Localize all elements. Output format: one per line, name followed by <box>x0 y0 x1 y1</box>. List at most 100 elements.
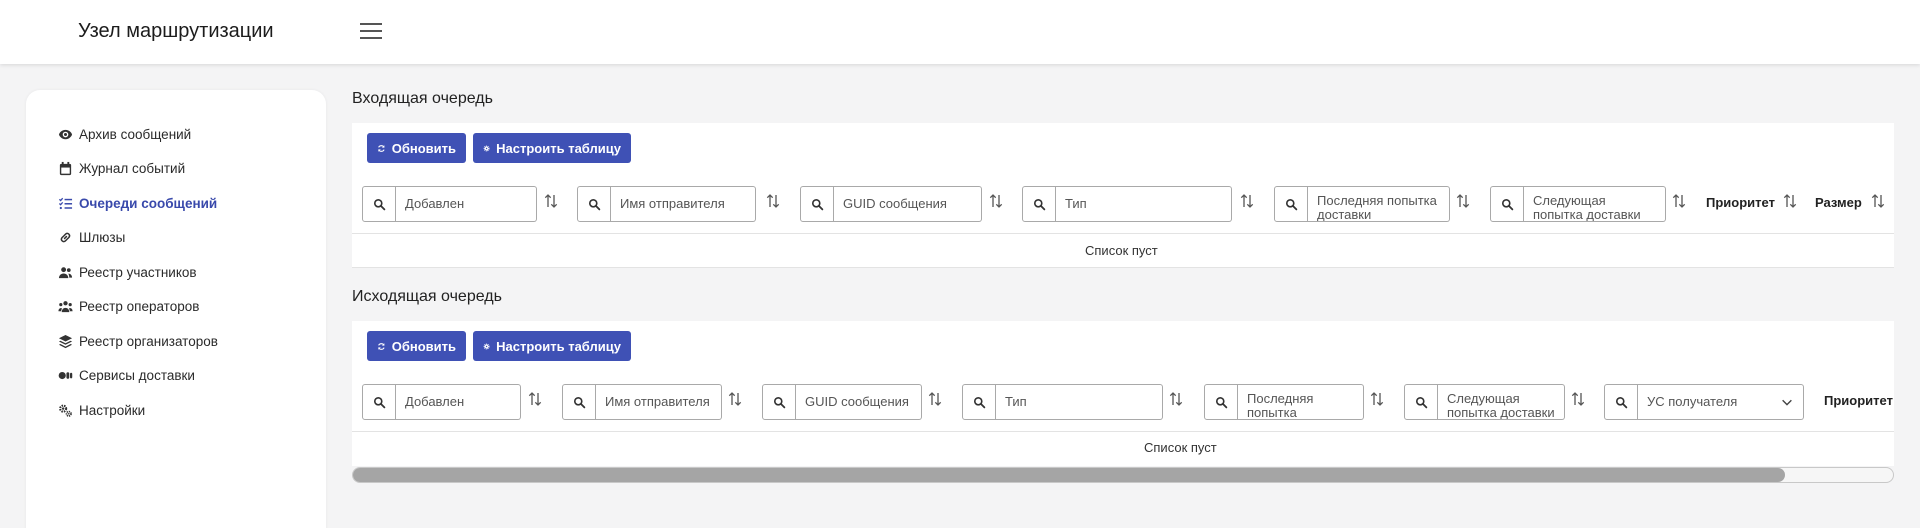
sort-icon[interactable] <box>543 193 559 209</box>
search-icon[interactable] <box>562 384 596 420</box>
top-app-bar: Узел маршрутизации <box>0 0 1920 64</box>
column-header-priority[interactable]: Приоритет <box>1824 393 1893 408</box>
search-icon[interactable] <box>762 384 796 420</box>
sidebar-item-label: Журнал событий <box>79 160 186 176</box>
added-filter-input[interactable]: Добавлен <box>396 186 537 222</box>
column-header-priority[interactable]: Приоритет <box>1706 195 1775 210</box>
incoming-configure-table-button[interactable]: Настроить таблицу <box>473 133 631 163</box>
type-filter-input[interactable]: Тип <box>1056 186 1232 222</box>
outgoing-filter-guid: GUID сообщения <box>762 384 922 420</box>
outgoing-configure-table-button[interactable]: Настроить таблицу <box>473 331 631 361</box>
search-icon[interactable] <box>800 186 834 222</box>
search-icon[interactable] <box>1022 186 1056 222</box>
hamburger-menu-icon[interactable] <box>360 22 382 40</box>
sort-icon[interactable] <box>1782 193 1798 209</box>
sort-icon[interactable] <box>527 391 543 407</box>
incoming-filter-added: Добавлен <box>362 186 537 222</box>
eye-icon <box>58 129 73 139</box>
incoming-filter-next-attempt: Следующая попытка доставки <box>1490 186 1666 222</box>
next-attempt-filter-input[interactable]: Следующая попытка доставки <box>1524 186 1666 222</box>
gear-icon <box>483 343 490 349</box>
incoming-queue-title: Входящая очередь <box>352 90 493 107</box>
outgoing-refresh-label: Обновить <box>391 338 456 354</box>
incoming-refresh-label: Обновить <box>391 140 456 156</box>
sidebar-item-delivery-services[interactable]: Сервисы доставки <box>58 365 195 385</box>
sidebar-item-settings[interactable]: Настройки <box>58 400 145 420</box>
refresh-icon <box>378 144 385 152</box>
sort-icon[interactable] <box>988 193 1004 209</box>
sidebar-item-label: Архив сообщений <box>79 126 192 142</box>
scrollbar-thumb[interactable] <box>353 468 1786 482</box>
incoming-filter-type: Тип <box>1022 186 1232 222</box>
last-attempt-filter-input[interactable]: Последняя попытка доставки <box>1308 186 1450 222</box>
guid-filter-input[interactable]: GUID сообщения <box>834 186 982 222</box>
horizontal-scrollbar[interactable] <box>352 467 1894 483</box>
sort-icon[interactable] <box>727 391 743 407</box>
outgoing-configure-label: Настроить таблицу <box>496 338 621 354</box>
link-icon <box>60 232 71 242</box>
incoming-configure-label: Настроить таблицу <box>496 140 621 156</box>
app-title: Узел маршрутизации <box>78 20 274 42</box>
sort-icon[interactable] <box>765 193 781 209</box>
sort-icon[interactable] <box>1239 193 1255 209</box>
type-filter-input[interactable]: Тип <box>996 384 1163 420</box>
search-icon[interactable] <box>362 384 396 420</box>
shapes-icon <box>58 371 73 379</box>
outgoing-filter-added: Добавлен <box>362 384 521 420</box>
sidebar-item-operators-registry[interactable]: Реестр операторов <box>58 296 199 316</box>
column-header-size[interactable]: Размер <box>1815 195 1862 210</box>
table-divider <box>352 233 1894 234</box>
search-icon[interactable] <box>577 186 611 222</box>
sort-icon[interactable] <box>1671 193 1687 209</box>
incoming-filter-sender-name: Имя отправителя <box>577 186 756 222</box>
refresh-icon <box>378 342 385 350</box>
outgoing-filter-next-attempt: Следующая попытка доставки <box>1404 384 1565 420</box>
search-icon[interactable] <box>1274 186 1308 222</box>
sidebar-item-gateways[interactable]: Шлюзы <box>58 227 125 247</box>
sidebar-item-label: Сервисы доставки <box>79 367 195 383</box>
next-attempt-filter-input[interactable]: Следующая попытка доставки <box>1438 384 1565 420</box>
incoming-refresh-button[interactable]: Обновить <box>367 133 466 163</box>
sort-icon[interactable] <box>1369 391 1385 407</box>
outgoing-queue-panel: Обновить Настроить таблицу Добавлен Имя … <box>352 321 1894 466</box>
search-icon[interactable] <box>362 186 396 222</box>
sort-icon[interactable] <box>927 391 943 407</box>
outgoing-empty-message: Список пуст <box>1144 440 1217 455</box>
outgoing-filter-sender-name: Имя отправителя <box>562 384 722 420</box>
outgoing-filter-recipient: УС получателя <box>1604 384 1804 420</box>
outgoing-refresh-button[interactable]: Обновить <box>367 331 466 361</box>
search-icon[interactable] <box>1204 384 1238 420</box>
sidebar-item-organizers-registry[interactable]: Реестр организаторов <box>58 331 218 351</box>
list-check-icon <box>58 197 73 209</box>
sender-name-filter-input[interactable]: Имя отправителя <box>611 186 756 222</box>
search-icon[interactable] <box>1404 384 1438 420</box>
sender-name-filter-input[interactable]: Имя отправителя <box>596 384 722 420</box>
sort-icon[interactable] <box>1455 193 1471 209</box>
sidebar-item-label: Шлюзы <box>79 229 126 245</box>
recipient-select[interactable]: УС получателя <box>1638 384 1804 420</box>
recipient-select-placeholder: УС получателя <box>1647 394 1738 409</box>
sort-icon[interactable] <box>1570 391 1586 407</box>
table-divider <box>352 431 1894 432</box>
added-filter-input[interactable]: Добавлен <box>396 384 521 420</box>
sidebar-item-event-log[interactable]: Журнал событий <box>58 158 185 178</box>
sort-icon[interactable] <box>1168 391 1184 407</box>
layers-icon <box>58 334 73 348</box>
guid-filter-input[interactable]: GUID сообщения <box>796 384 922 420</box>
search-icon[interactable] <box>962 384 996 420</box>
sidebar: Архив сообщений Журнал событий Очереди с… <box>26 90 326 528</box>
sidebar-item-message-queues[interactable]: Очереди сообщений <box>58 193 217 213</box>
sidebar-item-participants-registry[interactable]: Реестр участников <box>58 262 197 282</box>
sidebar-item-message-archive[interactable]: Архив сообщений <box>58 124 191 144</box>
gears-icon <box>59 404 72 417</box>
incoming-filter-guid: GUID сообщения <box>800 186 982 222</box>
outgoing-filter-type: Тип <box>962 384 1163 420</box>
sidebar-item-label: Реестр участников <box>79 264 197 280</box>
last-attempt-filter-input[interactable]: Последняя попытка доставки <box>1238 384 1364 420</box>
incoming-filter-last-attempt: Последняя попытка доставки <box>1274 186 1450 222</box>
sort-icon[interactable] <box>1870 193 1886 209</box>
search-icon[interactable] <box>1604 384 1638 420</box>
search-icon[interactable] <box>1490 186 1524 222</box>
users-icon <box>58 266 73 278</box>
incoming-empty-message: Список пуст <box>1085 243 1158 258</box>
